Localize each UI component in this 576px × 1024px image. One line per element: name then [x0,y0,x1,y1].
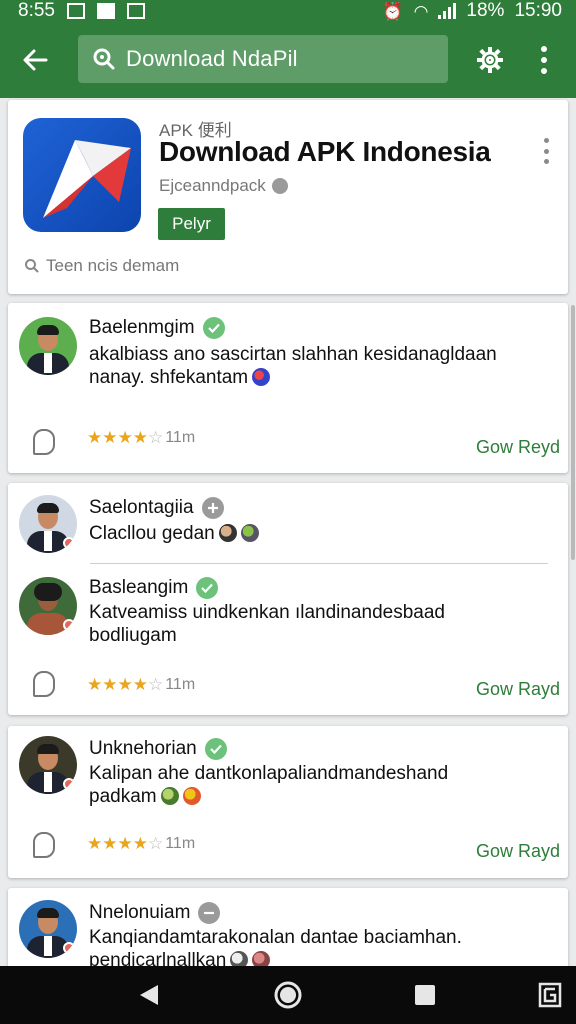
app-bar: Download NdaPil [0,22,576,98]
avatar[interactable] [19,900,77,958]
star-rating: ★★★★ ☆ 11m [87,675,195,695]
arrow-left-icon [23,49,48,71]
hint-text: Teen ncis demam [46,256,180,275]
reviewer-name: Baelenmgim [89,317,225,339]
back-button[interactable] [0,22,70,98]
star-empty-icon: ☆ [147,675,164,694]
settings-button[interactable] [470,40,510,80]
globe-icon [271,178,288,194]
status-bar: 8:55 ⏰ ◠ 18% 15:90 [0,0,576,22]
star-empty-icon: ☆ [147,428,164,447]
status-badge [63,537,75,549]
status-clock: 15:90 [514,0,562,21]
more-vert-icon [541,46,547,52]
wifi-icon: ◠ [413,1,429,21]
home-circle-icon [274,981,302,1009]
overflow-menu-button[interactable] [528,40,560,80]
status-badge [63,942,75,954]
reply-button[interactable]: Gow Rayd [476,679,560,700]
review-card: Baelenmgim akalbiass ano sascirtan slahh… [8,303,568,473]
check-icon [204,738,227,760]
emoji-icon [240,524,259,542]
search-query: Download NdaPil [126,46,298,71]
search-input[interactable]: Download NdaPil [78,35,448,83]
avatar[interactable] [19,577,77,635]
reviewer-name: Nnelonuiam [89,902,221,924]
scrollbar[interactable] [571,305,575,560]
avatar[interactable] [19,317,77,375]
star-icon: ★★★★ [87,834,148,853]
star-icon: ★★★★ [87,428,148,447]
nav-home-button[interactable] [272,980,304,1010]
more-vert-icon [543,138,549,143]
gear-icon [477,47,503,73]
emoji-icon [252,368,271,386]
divider [90,563,548,564]
reply-button[interactable]: Gow Reyd [476,437,560,458]
comment-icon[interactable] [33,832,55,858]
notification-icon-2 [96,3,115,19]
status-left: 8:55 [18,0,145,22]
emoji-icon [160,787,179,805]
reviewer-name: Basleangim [89,577,219,599]
review-time: 11m [165,676,196,693]
review-text: akalbiass ano sascirtan slahhan kesidana… [89,344,497,388]
status-icon [198,902,221,924]
search-icon [93,48,115,70]
review-text: Kalipan ahe dantkonlapaliandmandeshand p… [89,763,449,807]
star-rating: ★★★★ ☆ 11m [87,834,195,854]
check-icon [202,317,225,339]
app-logo[interactable] [23,118,141,232]
comment-icon[interactable] [33,671,55,697]
emoji-icon [182,787,201,805]
check-icon [196,577,219,599]
app-logo-icon [43,140,131,218]
reviewer-name: Unknehorian [89,738,227,760]
app-title: Download APK Indonesia [159,136,491,167]
review-time: 11m [165,835,196,852]
review-text: Katveamiss uindkenkan ılandinandesbaad b… [89,602,445,646]
app-info-card: APK 便利 Download APK Indonesia Ejceanndpa… [8,100,568,294]
alarm-icon: ⏰ [382,1,404,21]
battery-level: 18% [466,0,505,21]
star-rating: ★★★★ ☆ 11m [87,428,195,448]
comment-icon[interactable] [33,429,55,455]
status-badge [63,619,75,631]
app-hint[interactable]: Teen ncis demam [24,256,179,276]
review-card: Unknehorian Kalipan ahe dantkonlapaliand… [8,726,568,878]
search-icon [25,259,39,273]
review-text: Clacllou gedan [89,522,259,545]
reply-button[interactable]: Gow Rayd [476,841,560,862]
reviewer-name: Saelontagiia [89,497,224,519]
recents-square-icon [415,985,435,1005]
star-icon: ★★★★ [87,675,148,694]
status-time: 8:55 [18,0,55,21]
avatar[interactable] [19,495,77,553]
signal-icon [438,3,457,19]
card-more-button[interactable] [539,138,553,164]
back-triangle-icon [140,985,158,1005]
avatar[interactable] [19,736,77,794]
star-empty-icon: ☆ [147,834,164,853]
developer-name: Ejceanndpack [159,176,266,195]
add-icon [201,497,224,519]
nav-back-button[interactable] [136,980,162,1010]
notification-icon [66,3,85,19]
system-nav-bar [0,966,576,1024]
nav-extra-button[interactable] [537,980,563,1010]
play-button[interactable]: Pelyr [158,208,225,240]
emoji-icon [218,524,237,542]
screenshot-icon [538,982,562,1008]
nav-recents-button[interactable] [412,980,438,1010]
app-developer[interactable]: Ejceanndpack [159,176,288,196]
status-right: ⏰ ◠ 18% 15:90 [382,0,562,22]
review-time: 11m [165,429,196,446]
review-card: Nnelonuiam Kanqiandamtarakonalan dantae … [8,888,568,978]
notification-icon-3 [126,3,145,19]
status-badge [63,778,75,790]
review-card: Saelontagiia Clacllou gedan Basleangim K… [8,483,568,715]
